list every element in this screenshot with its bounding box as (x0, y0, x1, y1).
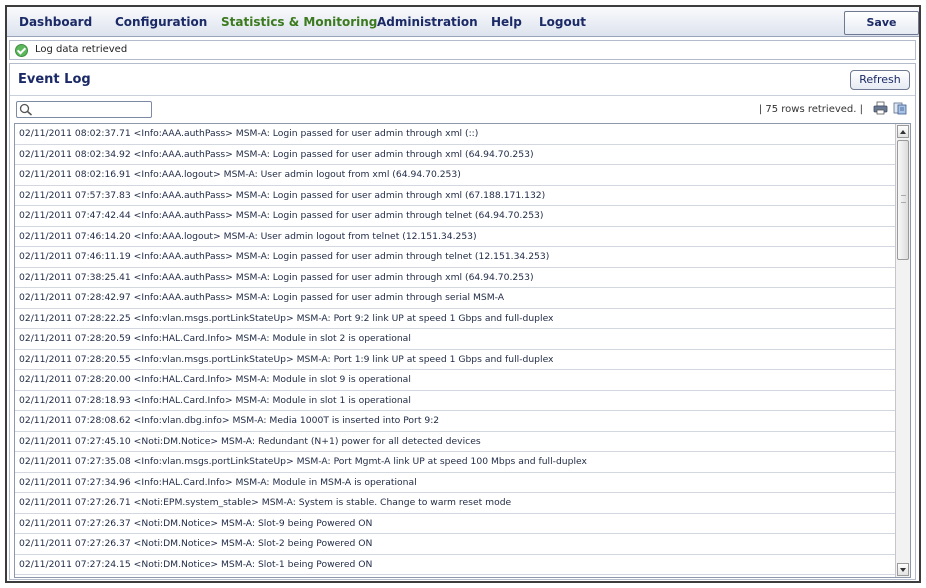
log-row[interactable]: 02/11/2011 07:46:14.20 <Info:AAA.logout>… (15, 227, 896, 247)
event-log-panel: Event Log Refresh | 75 rows retrieved. |… (9, 63, 916, 580)
log-row[interactable]: 02/11/2011 07:27:34.96 <Info:HAL.Card.In… (15, 473, 896, 493)
log-row[interactable]: 02/11/2011 07:47:42.44 <Info:AAA.authPas… (15, 206, 896, 227)
search-input[interactable] (34, 102, 150, 117)
scroll-up-button[interactable] (897, 125, 909, 138)
nav-dashboard[interactable]: Dashboard (19, 15, 92, 29)
log-row[interactable]: 02/11/2011 07:38:25.41 <Info:AAA.authPas… (15, 268, 896, 288)
event-log-table[interactable]: 02/11/2011 08:02:37.71 <Info:AAA.authPas… (14, 123, 911, 578)
log-row[interactable]: 02/11/2011 07:28:22.25 <Info:vlan.msgs.p… (15, 309, 896, 329)
check-circle-icon (15, 44, 28, 57)
nav-help[interactable]: Help (491, 15, 522, 29)
log-row[interactable]: 02/11/2011 08:02:37.71 <Info:AAA.authPas… (15, 124, 896, 145)
log-row[interactable]: 02/11/2011 07:27:26.37 <Noti:DM.Notice> … (15, 534, 896, 555)
scroll-down-button[interactable] (897, 563, 909, 576)
nav-administration[interactable]: Administration (377, 15, 478, 29)
log-row[interactable]: 02/11/2011 07:28:08.62 <Info:vlan.dbg.in… (15, 411, 896, 432)
log-row[interactable]: 02/11/2011 07:27:21.54 <Info:EPM.wdg_ena… (15, 575, 896, 577)
print-icon[interactable] (873, 101, 888, 115)
log-row[interactable]: 02/11/2011 07:28:42.97 <Info:AAA.authPas… (15, 288, 896, 309)
log-row[interactable]: 02/11/2011 07:57:37.83 <Info:AAA.authPas… (15, 186, 896, 206)
scrollbar-grip (901, 195, 906, 203)
panel-title: Event Log (18, 72, 91, 87)
log-row[interactable]: 02/11/2011 07:28:20.55 <Info:vlan.msgs.p… (15, 350, 896, 370)
log-row[interactable]: 02/11/2011 07:27:45.10 <Noti:DM.Notice> … (15, 432, 896, 452)
status-message: Log data retrieved (35, 44, 128, 55)
log-row[interactable]: 02/11/2011 07:28:20.00 <Info:HAL.Card.In… (15, 370, 896, 391)
search-box[interactable] (16, 101, 152, 118)
nav-logout[interactable]: Logout (539, 15, 586, 29)
log-row[interactable]: 02/11/2011 07:27:35.08 <Info:vlan.msgs.p… (15, 452, 896, 473)
nav-configuration[interactable]: Configuration (115, 15, 207, 29)
app-frame: Dashboard Configuration Statistics & Mon… (5, 5, 921, 583)
log-row[interactable]: 02/11/2011 08:02:16.91 <Info:AAA.logout>… (15, 165, 896, 186)
log-list: 02/11/2011 08:02:37.71 <Info:AAA.authPas… (15, 124, 896, 577)
export-icon[interactable] (893, 101, 908, 115)
search-icon (19, 103, 32, 116)
save-config-button[interactable]: Save Config (844, 11, 919, 51)
nav-statistics-monitoring[interactable]: Statistics & Monitoring (221, 15, 377, 29)
status-bar: Log data retrieved (9, 40, 916, 60)
top-navigation: Dashboard Configuration Statistics & Mon… (7, 7, 919, 51)
rows-retrieved-text: | 75 rows retrieved. | (758, 104, 863, 115)
refresh-button[interactable]: Refresh (850, 70, 910, 90)
log-row[interactable]: 02/11/2011 07:28:20.59 <Info:HAL.Card.In… (15, 329, 896, 350)
divider (10, 95, 915, 96)
log-row[interactable]: 02/11/2011 07:28:18.93 <Info:HAL.Card.In… (15, 391, 896, 411)
scrollbar-thumb[interactable] (897, 140, 909, 260)
log-row[interactable]: 02/11/2011 07:27:26.71 <Noti:EPM.system_… (15, 493, 896, 514)
log-row[interactable]: 02/11/2011 07:46:11.19 <Info:AAA.authPas… (15, 247, 896, 268)
vertical-scrollbar[interactable] (895, 124, 910, 577)
log-row[interactable]: 02/11/2011 07:27:24.15 <Noti:DM.Notice> … (15, 555, 896, 575)
log-row[interactable]: 02/11/2011 07:27:26.37 <Noti:DM.Notice> … (15, 514, 896, 534)
log-row[interactable]: 02/11/2011 08:02:34.92 <Info:AAA.authPas… (15, 145, 896, 165)
